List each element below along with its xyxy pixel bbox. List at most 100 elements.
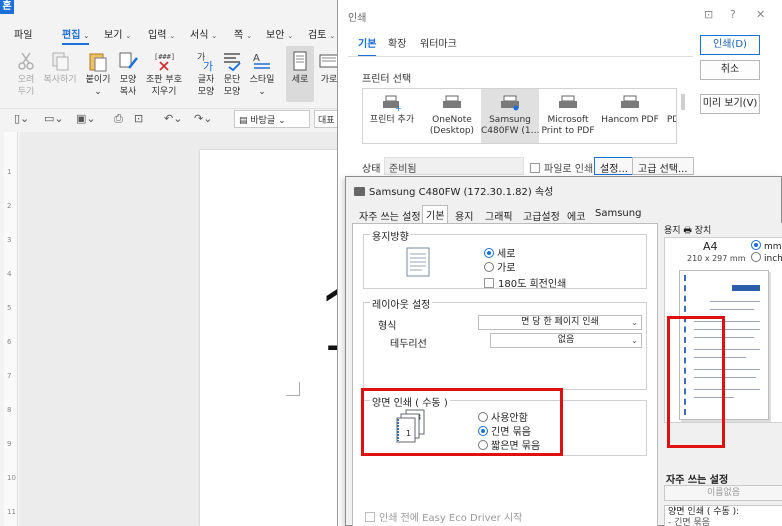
radio-on-icon (751, 240, 761, 250)
file-print-checkbox[interactable]: 파일로 인쇄 (530, 160, 593, 175)
open-folder-icon[interactable]: ▭⌄ (44, 112, 64, 125)
layout-group: 레이아웃 설정 형식 면 당 한 페이지 인쇄 ⌄ 테두리선 없음 ⌄ (363, 296, 647, 390)
menu-review[interactable]: 검토 ⌄ (308, 26, 335, 41)
printer-ms-pdf[interactable]: Microsoft Print to PDF (539, 89, 597, 143)
menu-page[interactable]: 쪽 ⌄ (234, 26, 252, 41)
printer-samsung[interactable]: Samsung C480FW (1… (481, 89, 540, 143)
style-icon: A (253, 53, 270, 69)
print-button[interactable]: 인쇄(D) (700, 35, 760, 55)
format-painter-icon (119, 52, 138, 69)
preview-button[interactable]: 미리 보기(V) (700, 94, 760, 114)
tab-graphics[interactable]: 그래픽 (482, 207, 516, 224)
menubar: 파일 편집 ⌄ 보기 ⌄ 입력 ⌄ 서식 ⌄ 쪽 ⌄ 보안 ⌄ 검토 ⌄ (0, 24, 340, 45)
radio-on-icon (484, 248, 494, 258)
scissors-icon (18, 52, 34, 70)
menu-view[interactable]: 보기 ⌄ (104, 26, 131, 41)
orientation-portrait-radio[interactable]: 세로 (484, 245, 515, 260)
printer-add-icon: + (383, 95, 402, 111)
svg-text:[###]: [###] (154, 53, 175, 61)
eco-check-icon (365, 512, 375, 522)
preview-box: A4 210 x 297 mm mm inch (664, 237, 782, 448)
paper-dimensions: 210 x 297 mm (687, 254, 746, 263)
clear-codes-button[interactable]: [###] 조판 부호 지우기 (140, 46, 188, 98)
advanced-select-button[interactable]: 고급 선택... (632, 157, 694, 175)
printer-add[interactable]: + 프린터 추가 (363, 89, 421, 143)
favorites-summary-title: 양면 인쇄 ( 수동 ): (668, 507, 740, 517)
clear-codes-icon: [###] (154, 53, 175, 71)
print-preview-icon[interactable]: ⊡ (134, 112, 143, 125)
favorites-summary-item: - 긴면 묶음 (668, 518, 711, 526)
page-margin-corner (286, 382, 300, 396)
properties-body: 용지방향 세로 가로 180도 회전인쇄 레이아웃 설정 형식 면 당 한 페이… (352, 223, 658, 526)
portrait-button[interactable]: 세로 (286, 46, 314, 102)
easy-eco-checkbox[interactable]: 인쇄 전에 Easy Eco Driver 시작 (365, 509, 522, 524)
orientation-group: 용지방향 세로 가로 180도 회전인쇄 (363, 228, 647, 290)
duplex-highlight-box (361, 388, 563, 456)
paste-icon (89, 53, 107, 72)
undo-icon[interactable]: ↶⌄ (164, 112, 182, 125)
border-select[interactable]: 없음 ⌄ (490, 333, 642, 348)
file-print-check-icon (530, 163, 540, 173)
tab-props-basic[interactable]: 기본 (422, 205, 449, 223)
svg-text:A: A (253, 53, 260, 64)
ribbon: 오려 두기 복사하기 붙이기 ⌄ 모양 복사 [###] 조판 부호 지우기 가… (0, 46, 340, 106)
layout-type-label: 형식 (378, 321, 397, 332)
printer-partial[interactable]: PD (663, 89, 676, 143)
new-doc-icon[interactable]: ▯⌄ (14, 112, 29, 125)
preview-line (710, 309, 754, 310)
unit-inch-radio[interactable]: inch (751, 252, 782, 264)
tab-watermark[interactable]: 워터마크 (420, 35, 457, 50)
close-icon[interactable]: ✕ (756, 8, 765, 21)
border-label: 테두리선 (390, 339, 427, 350)
printer-list: + 프린터 추가 OneNote (Desktop) Samsung C480F… (362, 88, 677, 144)
save-icon[interactable]: ▣⌄ (76, 112, 96, 125)
document-area[interactable] (20, 132, 360, 526)
tab-eco[interactable]: 에코 (564, 207, 588, 224)
para-shape-icon (224, 53, 241, 72)
tab-advanced[interactable]: 고급설정 (520, 207, 563, 224)
tab-extended[interactable]: 확장 (388, 35, 406, 50)
unit-mm-radio[interactable]: mm (751, 240, 782, 252)
restore-icon[interactable]: ⊡ (704, 8, 713, 21)
orientation-landscape-radio[interactable]: 가로 (484, 259, 515, 274)
print-icon[interactable]: ⎙ (114, 112, 123, 126)
printer-list-scrollbar[interactable] (681, 94, 685, 110)
rotate-check-icon (484, 278, 494, 288)
help-icon[interactable]: ? (730, 8, 736, 21)
print-dialog-title: 인쇄 (348, 13, 367, 24)
style-button[interactable]: A 스타일 ⌄ (244, 46, 280, 98)
vertical-ruler: 1 2 3 4 5 6 7 8 9 10 11 (4, 132, 18, 526)
status-label: 상태 (362, 164, 381, 175)
chevron-down-icon: ⌄ (631, 318, 638, 327)
copy-button[interactable]: 복사하기 (40, 46, 80, 86)
copy-icon (52, 52, 69, 71)
favorites-summary: 양면 인쇄 ( 수동 ): - 긴면 묶음 (664, 505, 782, 526)
tab-favorites[interactable]: 자주 쓰는 설정 (356, 207, 424, 224)
layout-title: 레이아웃 설정 (370, 296, 433, 311)
tab-paper[interactable]: 용지 (452, 207, 476, 224)
tab-basic[interactable]: 기본 (358, 35, 377, 57)
printer-onenote[interactable]: OneNote (Desktop) (423, 89, 481, 143)
favorites-select[interactable]: 이름없음 (664, 485, 782, 501)
portrait-page-icon (406, 247, 430, 277)
rotate-180-checkbox[interactable]: 180도 회전인쇄 (484, 275, 566, 290)
cancel-button[interactable]: 취소 (700, 60, 760, 80)
svg-text:+: + (395, 104, 402, 111)
radio-off-icon (751, 252, 761, 262)
menu-format[interactable]: 서식 ⌄ (190, 26, 217, 41)
menu-edit[interactable]: 편집 ⌄ (62, 26, 90, 45)
redo-icon[interactable]: ↷⌄ (194, 112, 212, 125)
printer-icon (559, 95, 577, 108)
menu-file[interactable]: 파일 (14, 26, 32, 41)
style-combo[interactable]: ▤ 바탕글 ⌄ (234, 110, 310, 128)
tab-samsung[interactable]: Samsung (592, 207, 644, 220)
cut-button[interactable]: 오려 두기 (8, 46, 44, 98)
layout-type-select[interactable]: 면 당 한 페이지 인쇄 ⌄ (478, 315, 642, 330)
settings-button[interactable]: 설정... (594, 157, 634, 175)
preview-highlight-box (667, 316, 725, 448)
status-row: 상태 준비됨 파일로 인쇄 설정... 고급 선택... (362, 157, 694, 177)
printer-hancom-pdf[interactable]: Hancom PDF (599, 89, 661, 143)
printer-icon (443, 95, 461, 108)
menu-security[interactable]: 보안 ⌄ (266, 26, 293, 41)
menu-insert[interactable]: 입력 ⌄ (148, 26, 175, 41)
